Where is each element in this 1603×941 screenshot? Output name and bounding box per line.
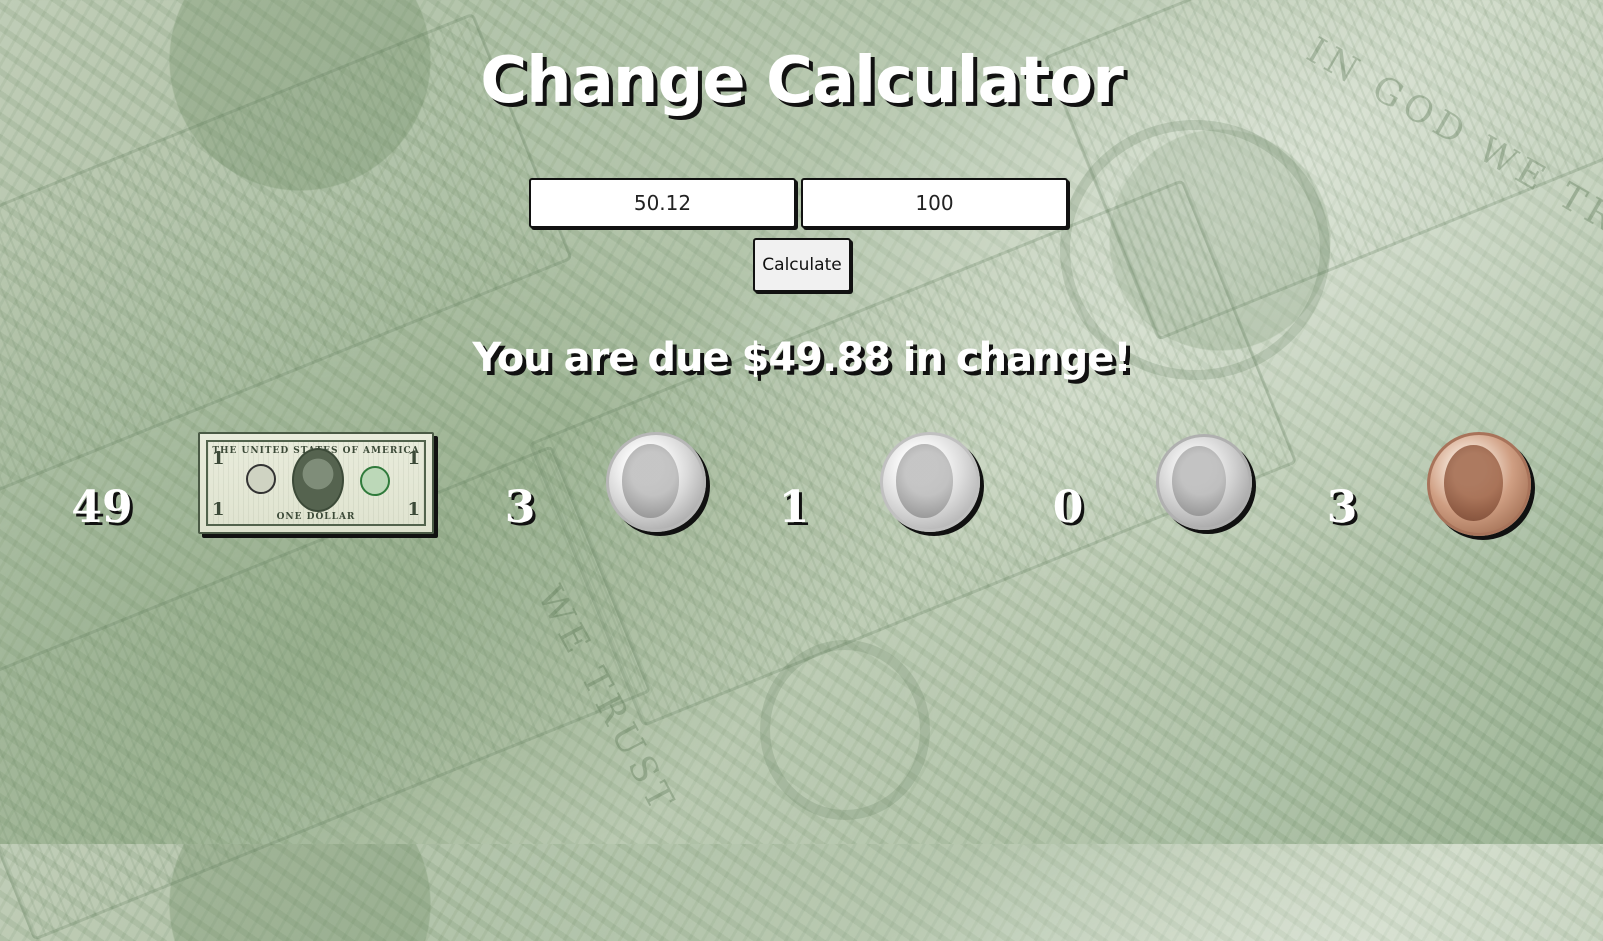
- quarter-coin-icon: [606, 432, 706, 532]
- amount-inputs: [529, 178, 1077, 228]
- dime-count: 1: [778, 482, 810, 533]
- coin-profile: [1443, 444, 1503, 522]
- page-title: Change Calculator: [480, 44, 1124, 118]
- green-seal-icon: [360, 466, 390, 496]
- quarter-count: 3: [504, 482, 536, 533]
- coin-profile: [896, 444, 953, 518]
- dime-coin-icon: [880, 432, 980, 532]
- nickel-count: 0: [1052, 482, 1084, 533]
- background-oval-shape: [760, 640, 930, 820]
- bill-numeral: 1: [407, 448, 420, 469]
- price-input[interactable]: [529, 178, 796, 228]
- amount-paid-input[interactable]: [801, 178, 1068, 228]
- portrait-icon: [292, 448, 344, 512]
- penny-coin-icon: [1427, 432, 1531, 536]
- nickel-coin-icon: [1156, 434, 1252, 530]
- penny-count: 3: [1326, 482, 1358, 533]
- coin-profile: [622, 444, 679, 518]
- change-result-message: You are due $49.88 in change!: [472, 335, 1131, 381]
- bill-bottom-caption: ONE DOLLAR: [276, 512, 356, 522]
- dollar-bill-icon: THE UNITED STATES OF AMERICA 1 1 1 1 ONE…: [198, 432, 434, 534]
- coin-profile: [1171, 446, 1226, 517]
- dollar-count: 49: [71, 482, 133, 533]
- calculate-button[interactable]: Calculate: [753, 238, 851, 292]
- bill-numeral: 1: [212, 448, 225, 469]
- treasury-seal-icon: [246, 464, 276, 494]
